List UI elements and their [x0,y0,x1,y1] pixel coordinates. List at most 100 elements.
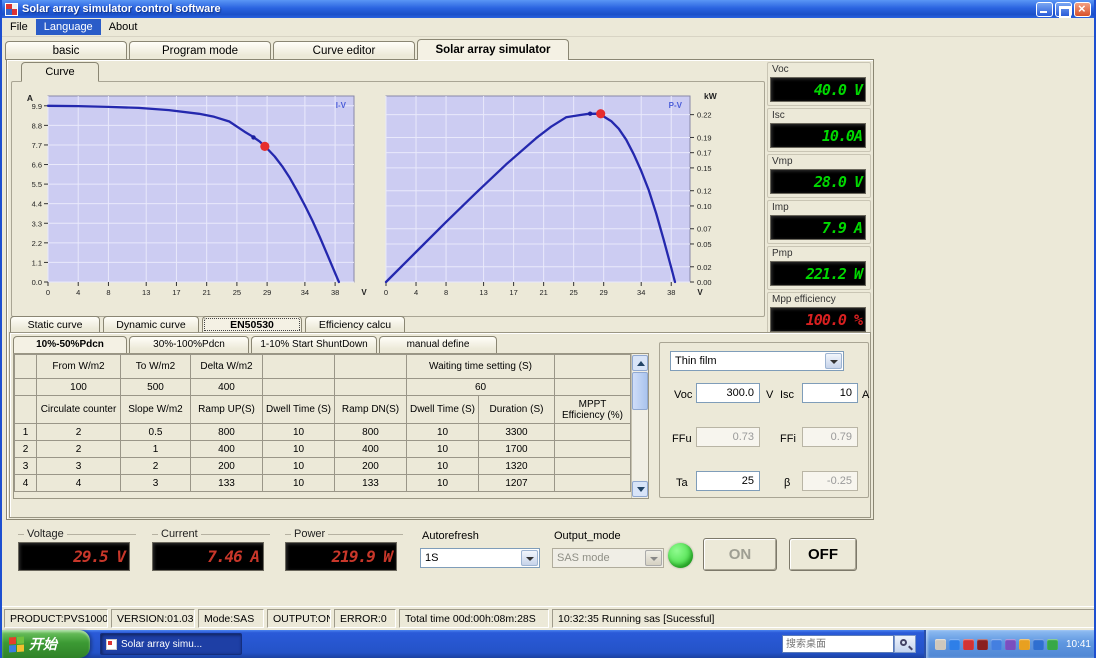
table-cell[interactable]: 10 [262,423,335,441]
table-cell[interactable]: 2 [36,440,121,458]
table-cell[interactable]: 200 [334,457,407,475]
network-icon[interactable] [990,638,1002,650]
search-input[interactable] [781,635,894,653]
table-cell[interactable]: 1 [14,423,37,441]
table-cell[interactable]: 10 [406,440,479,458]
tab-efficiency-calcu[interactable]: Efficiency calcu [305,316,405,333]
field-input-isc[interactable]: 10 [802,383,858,403]
antivirus-icon[interactable] [962,638,974,650]
alert-icon[interactable] [976,638,988,650]
tab-program-mode[interactable]: Program mode [129,41,271,60]
table-cell[interactable]: 133 [190,474,263,492]
field-input-voc[interactable]: 300.0 [696,383,760,403]
table-cell[interactable]: 800 [334,423,407,441]
table-cell[interactable]: 10 [406,423,479,441]
table-cell[interactable]: 2 [14,440,37,458]
volume-icon[interactable] [934,638,946,650]
tab-static-curve[interactable]: Static curve [10,316,100,333]
subtab-manual-define[interactable]: manual define [379,336,497,353]
svg-text:17: 17 [509,288,517,297]
table-cell[interactable]: 4 [36,474,121,492]
table-cell[interactable]: 133 [334,474,407,492]
table-cell[interactable] [554,423,631,441]
table-header-cell: From W/m2 [36,354,121,379]
table-cell[interactable] [554,440,631,458]
table-header-cell [334,378,407,396]
tab-curve[interactable]: Curve [21,62,99,82]
table-cell[interactable]: 1207 [478,474,555,492]
field-input-ta[interactable]: 25 [696,471,760,491]
table-cell[interactable]: 0.5 [120,423,191,441]
svg-text:25: 25 [233,288,241,297]
on-button[interactable]: ON [703,538,777,571]
svg-text:34: 34 [301,288,309,297]
led-display: 7.9 A [770,215,866,240]
measurement-imp: Imp 7.9 A [767,200,871,244]
table-cell[interactable]: 1 [120,440,191,458]
table-cell[interactable]: 10 [262,440,335,458]
tab-curve-editor[interactable]: Curve editor [273,41,415,60]
off-button[interactable]: OFF [789,538,857,571]
svg-text:7.7: 7.7 [32,141,42,150]
subtab-10--50-pdcn[interactable]: 10%-50%Pdcn [13,336,127,353]
close-icon[interactable] [1074,1,1091,17]
table-cell[interactable]: 2 [120,457,191,475]
measurement-pmp: Pmp 221.2 W [767,246,871,290]
table-cell[interactable] [554,474,631,492]
messenger-icon[interactable] [948,638,960,650]
chevron-down-icon[interactable] [825,353,842,369]
table-cell[interactable]: 3 [120,474,191,492]
shield-green-icon[interactable] [1046,638,1058,650]
table-cell[interactable]: 1320 [478,457,555,475]
table-cell[interactable]: 4 [14,474,37,492]
table-cell[interactable]: 10 [262,474,335,492]
table-cell[interactable]: 10 [406,457,479,475]
output-mode-select[interactable]: SAS mode [552,548,664,568]
table-cell[interactable]: 10 [262,457,335,475]
table-cell[interactable]: 10 [406,474,479,492]
table-header-cell: MPPT Efficiency (%) [554,395,631,424]
table-cell[interactable]: 3 [36,457,121,475]
table-cell[interactable]: 3300 [478,423,555,441]
measurement-isc: Isc 10.0A [767,108,871,152]
chevron-down-icon[interactable] [521,550,538,566]
table-cell[interactable]: 2 [36,423,121,441]
subtab-1-10-start-shuntdown[interactable]: 1-10% Start ShuntDown [251,336,377,353]
scroll-down-icon[interactable] [632,481,648,497]
shield-blue-icon[interactable] [1032,638,1044,650]
tab-solar-array-simulator[interactable]: Solar array simulator [417,39,569,60]
tab-basic[interactable]: basic [5,41,127,60]
tab-dynamic-curve[interactable]: Dynamic curve [103,316,199,333]
led-display: 28.0 V [770,169,866,194]
svg-text:0.07: 0.07 [697,225,712,234]
table-scrollbar[interactable] [631,354,648,498]
subtab-30--100-pdcn[interactable]: 30%-100%Pdcn [129,336,249,353]
maximize-icon[interactable] [1055,1,1072,18]
search-icon[interactable] [893,635,916,653]
table-cell[interactable]: 400 [334,440,407,458]
table-cell[interactable]: 3 [14,457,37,475]
svg-text:21: 21 [202,288,210,297]
scrollbar-thumb[interactable] [632,372,648,410]
menu-about[interactable]: About [101,19,146,35]
chat-icon[interactable] [1004,638,1016,650]
pv-type-select[interactable]: Thin film [670,351,844,371]
table-cell[interactable]: 1700 [478,440,555,458]
scroll-up-icon[interactable] [632,355,648,371]
main-panel: Curve 0 4 8 13 17 21 25 29 34 38 V 0.0 1.1 2.2 3.3 4.4 5… [6,59,874,520]
menu-file[interactable]: File [2,19,36,35]
svg-text:0.00: 0.00 [697,278,712,287]
table-cell[interactable]: 200 [190,457,263,475]
start-button[interactable]: 开始 [2,630,90,658]
taskbar-task-button[interactable]: Solar array simu... [100,633,242,655]
table-cell[interactable]: 400 [190,440,263,458]
autorefresh-select[interactable]: 1S [420,548,540,568]
tab-en50530[interactable]: EN50530 [202,316,302,333]
status-cell: PRODUCT:PVS1000 [4,609,108,628]
menu-language[interactable]: Language [35,19,101,35]
table-cell[interactable]: 800 [190,423,263,441]
output-mode-value: SAS mode [557,552,610,564]
table-cell[interactable] [554,457,631,475]
minimize-icon[interactable] [1036,1,1053,17]
update-icon[interactable] [1018,638,1030,650]
